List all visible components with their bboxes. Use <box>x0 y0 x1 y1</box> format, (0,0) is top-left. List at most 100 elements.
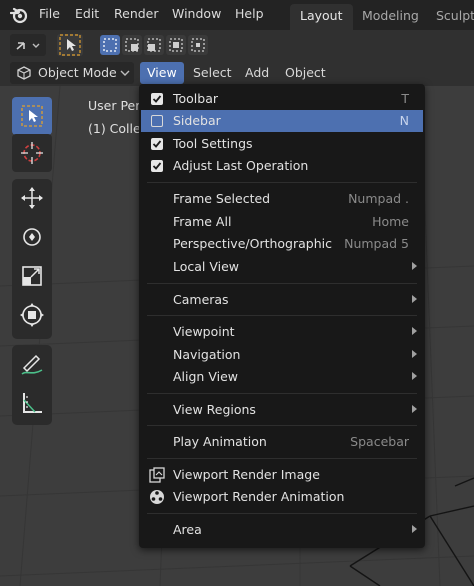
tool-scale[interactable] <box>12 257 52 295</box>
menu-item-cameras[interactable]: Cameras <box>141 289 423 311</box>
menu-separator <box>147 458 417 459</box>
tool-cursor[interactable] <box>12 134 52 172</box>
menu-item-label: Frame All <box>173 214 232 229</box>
submenu-arrow-icon <box>412 525 417 533</box>
top-menu-bar: File Edit Render Window Help Layout Mode… <box>0 0 474 30</box>
menu-file[interactable]: File <box>39 6 60 22</box>
menu-item-viewport-render-animation[interactable]: Viewport Render Animation <box>141 486 423 508</box>
menu-item-label: Align View <box>173 369 238 384</box>
menu-separator <box>147 182 417 183</box>
viewport-header: Object Mode View Select Add Object <box>0 60 474 86</box>
gizmo-pivot-dropdown[interactable] <box>10 34 46 56</box>
menu-item-sidebar[interactable]: Sidebar N <box>141 110 423 132</box>
menu-window[interactable]: Window <box>172 6 221 22</box>
menu-item-shortcut: N <box>399 113 409 128</box>
header-menu-object[interactable]: Object <box>278 62 333 84</box>
menu-item-local-view[interactable]: Local View <box>141 256 423 278</box>
select-tool-button[interactable] <box>57 34 83 56</box>
header-menu-view[interactable]: View <box>140 62 184 84</box>
tab-modeling[interactable]: Modeling <box>352 4 429 30</box>
select-mode-subtract-button[interactable] <box>144 35 164 55</box>
select-new-icon <box>103 38 117 52</box>
submenu-arrow-icon <box>412 405 417 413</box>
render-animation-film-icon <box>150 490 164 504</box>
menu-item-tool-settings[interactable]: Tool Settings <box>141 133 423 155</box>
viewport-gizmo-area[interactable] <box>428 86 474 100</box>
select-mode-new-button[interactable] <box>100 35 120 55</box>
menu-separator <box>147 315 417 316</box>
menu-separator <box>147 425 417 426</box>
tool-rotate[interactable] <box>12 218 52 256</box>
menu-item-view-regions[interactable]: View Regions <box>141 399 423 421</box>
menu-item-shortcut: Home <box>372 214 409 229</box>
menu-item-label: Viewport Render Animation <box>173 489 345 504</box>
menu-item-toolbar[interactable]: Toolbar T <box>141 88 423 110</box>
submenu-arrow-icon <box>412 327 417 335</box>
3d-cursor-icon <box>21 142 43 164</box>
menu-item-label: Sidebar <box>173 113 221 128</box>
select-mode-extend-button[interactable] <box>122 35 142 55</box>
select-mode-intersect-button[interactable] <box>188 35 208 55</box>
menu-item-label: View Regions <box>173 402 256 417</box>
header-menu-add[interactable]: Add <box>238 62 276 84</box>
tool-annotate[interactable] <box>12 345 52 383</box>
checkbox-checked-icon <box>151 93 163 105</box>
rotate-icon <box>23 228 41 246</box>
checkbox-checked-icon <box>151 138 163 150</box>
blender-logo-icon[interactable] <box>10 6 28 24</box>
menu-item-align-view[interactable]: Align View <box>141 366 423 388</box>
menu-edit[interactable]: Edit <box>75 6 99 22</box>
menu-item-navigation[interactable]: Navigation <box>141 344 423 366</box>
tool-measure[interactable] <box>12 384 52 422</box>
menu-item-label: Adjust Last Operation <box>173 158 309 173</box>
scale-icon <box>22 266 42 286</box>
tool-move[interactable] <box>12 179 52 217</box>
menu-render[interactable]: Render <box>114 6 159 22</box>
menu-item-frame-selected[interactable]: Frame Selected Numpad . <box>141 188 423 210</box>
menu-item-shortcut: T <box>401 91 409 106</box>
menu-item-label: Cameras <box>173 292 229 307</box>
menu-item-label: Tool Settings <box>173 136 253 151</box>
tool-settings-row <box>0 30 474 60</box>
menu-item-viewport-render-image[interactable]: Viewport Render Image <box>141 464 423 486</box>
object-mode-icon <box>17 66 31 80</box>
menu-item-perspective-orthographic[interactable]: Perspective/Orthographic Numpad 5 <box>141 233 423 255</box>
menu-item-frame-all[interactable]: Frame All Home <box>141 211 423 233</box>
submenu-arrow-icon <box>412 350 417 358</box>
menu-item-play-animation[interactable]: Play Animation Spacebar <box>141 431 423 453</box>
select-subtract-icon <box>147 38 161 52</box>
select-mode-difference-button[interactable] <box>166 35 186 55</box>
checkbox-checked-icon <box>151 160 163 172</box>
tool-select-box[interactable] <box>12 97 52 135</box>
tab-sculpting[interactable]: Sculpting <box>426 4 474 30</box>
cursor-arrow-icon <box>59 34 81 56</box>
menu-item-label: Play Animation <box>173 434 267 449</box>
view-menu-dropdown: Toolbar T Sidebar N Tool Settings Adjust… <box>139 84 425 548</box>
checkbox-unchecked-icon <box>151 115 163 127</box>
submenu-arrow-icon <box>412 295 417 303</box>
menu-item-label: Viewpoint <box>173 324 235 339</box>
menu-item-adjust-last-operation[interactable]: Adjust Last Operation <box>141 155 423 177</box>
measure-ruler-icon <box>23 393 42 413</box>
menu-item-shortcut: Spacebar <box>350 434 409 449</box>
submenu-arrow-icon <box>412 262 417 270</box>
menu-item-label: Perspective/Orthographic <box>173 236 332 251</box>
menu-item-label: Viewport Render Image <box>173 467 320 482</box>
tool-transform[interactable] <box>12 296 52 334</box>
object-mode-label: Object Mode <box>38 65 117 80</box>
header-menu-select[interactable]: Select <box>186 62 239 84</box>
menu-item-area[interactable]: Area <box>141 519 423 541</box>
transform-icon <box>20 303 44 327</box>
menu-item-shortcut: Numpad 5 <box>344 236 409 251</box>
object-mode-dropdown[interactable]: Object Mode <box>10 62 134 84</box>
select-box-icon <box>21 105 43 127</box>
menu-item-shortcut: Numpad . <box>348 191 409 206</box>
select-difference-icon <box>169 38 183 52</box>
menu-separator <box>147 283 417 284</box>
submenu-arrow-icon <box>412 372 417 380</box>
select-intersect-icon <box>191 38 205 52</box>
tab-layout[interactable]: Layout <box>290 4 353 30</box>
render-still-icon <box>149 467 165 483</box>
menu-help[interactable]: Help <box>235 6 264 22</box>
menu-item-viewpoint[interactable]: Viewpoint <box>141 321 423 343</box>
